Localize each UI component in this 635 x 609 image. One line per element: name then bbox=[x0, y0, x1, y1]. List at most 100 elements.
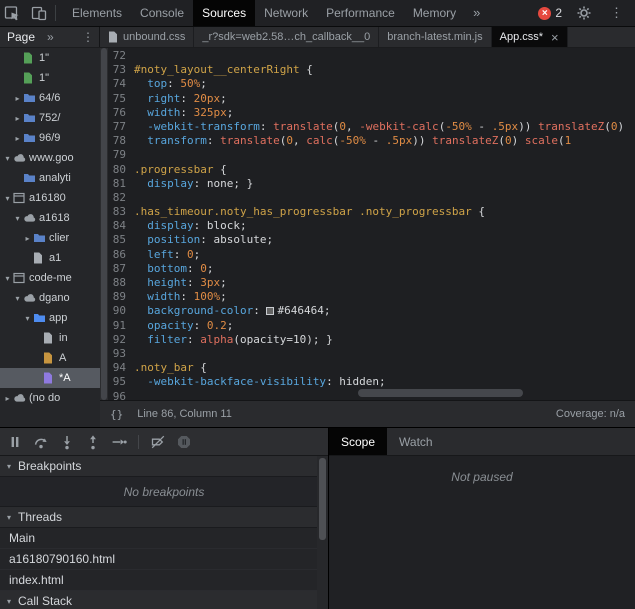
tree-item-label: analyti bbox=[39, 172, 71, 184]
panel-tab-console[interactable]: Console bbox=[131, 0, 193, 26]
tree-item[interactable]: ▾www.goo bbox=[0, 148, 100, 168]
panel-tab-performance[interactable]: Performance bbox=[317, 0, 404, 26]
file-icon bbox=[108, 31, 118, 43]
line-number: 94 bbox=[108, 361, 134, 375]
code-line: 83.has_timeour.noty_has_progressbar .not… bbox=[108, 205, 635, 219]
code-line: 80.progressbar { bbox=[108, 163, 635, 177]
step-into-icon[interactable] bbox=[55, 430, 79, 454]
more-panels-icon[interactable]: » bbox=[465, 0, 488, 26]
chevron-right-icon[interactable]: ▸ bbox=[12, 114, 23, 123]
code-line: 86 left: 0; bbox=[108, 248, 635, 262]
navigator-menu-icon[interactable]: ⋮ bbox=[82, 30, 94, 44]
step-over-icon[interactable] bbox=[29, 430, 53, 454]
thread-row[interactable]: Main bbox=[0, 528, 328, 549]
editor-tab[interactable]: branch-latest.min.js bbox=[379, 27, 491, 47]
chevron-down-icon[interactable]: ▾ bbox=[2, 154, 13, 163]
editor-tab[interactable]: unbound.css bbox=[100, 27, 194, 47]
pretty-print-button[interactable]: {} bbox=[110, 408, 123, 421]
device-toolbar-icon[interactable] bbox=[26, 0, 52, 27]
tab-watch[interactable]: Watch bbox=[387, 428, 445, 455]
code-line: 94.noty_bar { bbox=[108, 361, 635, 375]
code-line: 81 display: none; } bbox=[108, 177, 635, 191]
callstack-header-label: Call Stack bbox=[18, 594, 72, 608]
pause-icon[interactable] bbox=[3, 430, 27, 454]
tree-item[interactable]: ▾ dgano bbox=[0, 288, 100, 308]
chevron-down-icon[interactable]: ▾ bbox=[12, 214, 23, 223]
main-menu-icon[interactable]: ⋮ bbox=[606, 5, 627, 21]
editor-tab[interactable]: App.css*× bbox=[492, 27, 568, 47]
chevron-down-icon[interactable]: ▾ bbox=[2, 274, 13, 283]
code-line: 89 width: 100%; bbox=[108, 290, 635, 304]
line-number: 78 bbox=[108, 134, 134, 148]
code-text: height: 3px; bbox=[134, 276, 635, 290]
chevron-right-icon[interactable]: ▸ bbox=[22, 234, 33, 243]
tree-item[interactable]: ▸(no do bbox=[0, 388, 100, 408]
tree-item[interactable]: ▾a16180 bbox=[0, 188, 100, 208]
tree-item[interactable]: analyti bbox=[0, 168, 100, 188]
code-text: right: 20px; bbox=[134, 92, 635, 106]
error-icon: × bbox=[538, 7, 551, 20]
editor-horizontal-scrollbar[interactable] bbox=[142, 389, 627, 398]
thread-row[interactable]: a16180790160.html bbox=[0, 549, 328, 570]
line-number: 83 bbox=[108, 205, 134, 219]
panel-tab-memory[interactable]: Memory bbox=[404, 0, 465, 26]
editor-tab[interactable]: _r?sdk=web2.58…ch_callback__0 bbox=[194, 27, 379, 47]
tree-item[interactable]: ▸752/ bbox=[0, 108, 100, 128]
panel-tab-sources[interactable]: Sources bbox=[193, 0, 255, 26]
tree-item[interactable]: ▾a1618 bbox=[0, 208, 100, 228]
tree-item[interactable]: A bbox=[0, 348, 100, 368]
chevron-right-icon[interactable]: ▸ bbox=[12, 134, 23, 143]
line-number: 85 bbox=[108, 233, 134, 247]
panel-tab-network[interactable]: Network bbox=[255, 0, 317, 26]
color-swatch-icon[interactable] bbox=[266, 307, 274, 315]
tree-item[interactable]: ▾code-me bbox=[0, 268, 100, 288]
tree-item-label: dgano bbox=[39, 292, 70, 304]
line-number: 96 bbox=[108, 390, 134, 401]
code-text: opacity: 0.2; bbox=[134, 319, 635, 333]
step-icon[interactable] bbox=[107, 430, 131, 454]
chevron-down-icon[interactable]: ▾ bbox=[2, 194, 13, 203]
tree-item[interactable]: 1" bbox=[0, 48, 100, 68]
step-out-icon[interactable] bbox=[81, 430, 105, 454]
chevron-down-icon[interactable]: ▾ bbox=[22, 314, 33, 323]
tree-item[interactable]: *A bbox=[0, 368, 100, 388]
inspect-element-icon[interactable] bbox=[0, 0, 26, 27]
line-number: 72 bbox=[108, 49, 134, 63]
tab-scope[interactable]: Scope bbox=[329, 428, 387, 455]
error-badge[interactable]: × 2 bbox=[538, 6, 562, 20]
scrollbar-thumb[interactable] bbox=[319, 458, 326, 540]
tree-item[interactable]: in bbox=[0, 328, 100, 348]
callstack-section-header[interactable]: ▾ Call Stack bbox=[0, 591, 328, 609]
tree-item[interactable]: ▸clier bbox=[0, 228, 100, 248]
cursor-position: Line 86, Column 11 bbox=[137, 408, 232, 420]
tree-item[interactable]: ▾app bbox=[0, 308, 100, 328]
tree-item[interactable]: 1" bbox=[0, 68, 100, 88]
close-tab-icon[interactable]: × bbox=[551, 30, 559, 45]
threads-section-header[interactable]: ▾ Threads bbox=[0, 507, 328, 528]
more-navigator-tabs-icon[interactable]: » bbox=[47, 30, 54, 44]
navigator-scrollbar[interactable] bbox=[100, 48, 108, 400]
debugger-scrollbar[interactable] bbox=[317, 456, 328, 609]
chevron-right-icon[interactable]: ▸ bbox=[12, 94, 23, 103]
panel-tab-elements[interactable]: Elements bbox=[63, 0, 131, 26]
tab-page[interactable]: Page bbox=[0, 30, 35, 44]
editor-tab-label: unbound.css bbox=[123, 31, 185, 43]
scrollbar-thumb[interactable] bbox=[101, 48, 107, 400]
code-editor[interactable]: 7273#noty_layout__centerRight {74 top: 5… bbox=[108, 48, 635, 400]
breakpoints-section-header[interactable]: ▾ Breakpoints bbox=[0, 456, 328, 477]
chevron-right-icon[interactable]: ▸ bbox=[2, 394, 13, 403]
pause-on-exceptions-icon[interactable] bbox=[172, 430, 196, 454]
scrollbar-thumb[interactable] bbox=[358, 389, 523, 397]
tree-item[interactable]: a1 bbox=[0, 248, 100, 268]
tree-item[interactable]: ▸64/6 bbox=[0, 88, 100, 108]
chevron-down-icon[interactable]: ▾ bbox=[12, 294, 23, 303]
thread-row[interactable]: index.html bbox=[0, 570, 328, 591]
line-number: 84 bbox=[108, 219, 134, 233]
deactivate-breakpoints-icon[interactable] bbox=[146, 430, 170, 454]
tree-item[interactable]: ▸ 96/9 bbox=[0, 128, 100, 148]
debugger-toolbar bbox=[0, 428, 328, 456]
settings-gear-icon[interactable] bbox=[571, 0, 597, 27]
tree-item-label: 96/9 bbox=[39, 132, 60, 144]
tree-item-label: *A bbox=[59, 372, 71, 384]
folder-icon bbox=[23, 132, 38, 144]
